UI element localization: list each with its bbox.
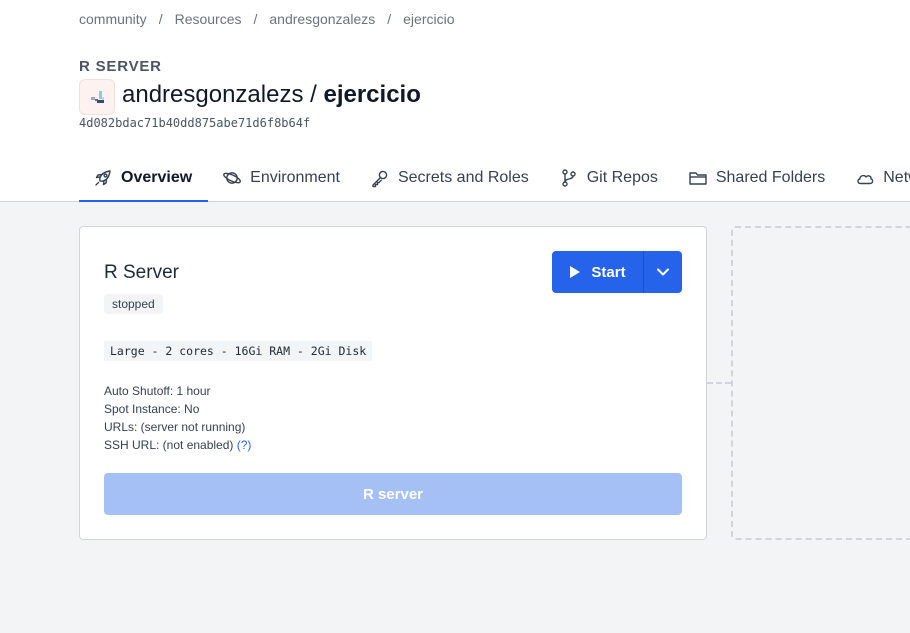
empty-placeholder-panel [731,226,910,540]
play-icon [570,266,581,278]
start-options-dropdown[interactable] [643,251,682,293]
tab-network[interactable]: Netw [841,158,910,202]
spot-instance-text: Spot Instance: No [104,402,200,416]
tab-shared-folders-label: Shared Folders [715,169,826,186]
tab-secrets-and-roles[interactable]: Secrets and Roles [356,158,545,202]
server-card-title: R Server [104,262,179,283]
tab-secrets-and-roles-label: Secrets and Roles [397,169,529,186]
tab-overview-label: Overview [121,169,193,186]
breadcrumb: community / Resources / andresgonzalezs / ejer… [79,11,455,27]
title-project-name: ejercicio [323,81,421,108]
breadcrumb-item-resources[interactable]: Resources [175,11,242,27]
tab-git-repos[interactable]: Git Repos [545,158,674,202]
open-r-server-button[interactable]: R server [104,473,682,515]
status-badge: stopped [104,294,163,314]
tab-git-repos-label: Git Repos [586,169,658,186]
tab-environment[interactable]: Environment [208,158,356,202]
page-title: andresgonzalezs / ejercicio [122,81,421,109]
git-branch-icon [562,169,576,187]
page-header: community / Resources / andresgonzalezs / ejer… [0,0,910,202]
dashed-connector [707,382,731,384]
planet-icon [223,172,242,184]
server-info: Auto Shutoff: 1 hour Spot Instance: No U… [104,382,251,454]
tab-bar: Overview Environment Secrets and Roles G… [79,158,910,202]
ssh-url-text: SSH URL: (not enabled) [104,438,234,452]
resource-kind-label: R SERVER [79,58,162,75]
breadcrumb-item-project[interactable]: ejercicio [403,11,454,27]
server-spec: Large - 2 cores - 16Gi RAM - 2Gi Disk [104,341,373,361]
urls-text: URLs: (server not running) [104,420,246,434]
resource-hash: 4d082bdac71b40dd875abe71d6f8b64f [79,116,311,130]
start-button-group: Start [552,251,682,293]
tab-overview[interactable]: Overview [79,158,209,202]
main-content: R Server stopped Start Large - 2 cores -… [0,202,910,633]
start-button-label: Start [591,263,626,281]
server-card: R Server stopped Start Large - 2 cores -… [79,226,707,540]
title-owner[interactable]: andresgonzalezs [122,81,303,108]
chevron-down-icon [657,268,669,276]
open-r-server-label: R server [362,485,424,503]
key-icon [372,170,388,188]
ssh-help-link[interactable]: (?) [237,438,252,452]
ssh-url-row: SSH URL: (not enabled) (?) [104,436,251,454]
breadcrumb-item-owner[interactable]: andresgonzalezs [269,11,375,27]
cloud-icon [857,174,874,185]
rocket-icon [95,170,111,186]
tab-network-label: Netw [883,169,910,186]
breadcrumb-separator: / [253,11,258,27]
title-separator: / [310,81,317,108]
project-avatar [79,79,115,115]
folder-icon [689,172,707,185]
breadcrumb-item-community[interactable]: community [79,11,147,27]
start-button[interactable]: Start [552,251,643,293]
project-avatar-icon [91,91,104,103]
breadcrumb-separator: / [387,11,392,27]
tab-environment-label: Environment [250,169,340,186]
auto-shutoff-text: Auto Shutoff: 1 hour [104,384,211,398]
breadcrumb-separator: / [158,11,163,27]
tab-shared-folders[interactable]: Shared Folders [674,158,841,202]
